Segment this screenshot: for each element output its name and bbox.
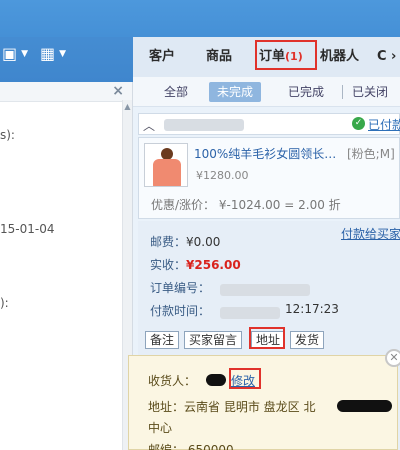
new-message-icon: ▣ (2, 44, 18, 63)
ship-button[interactable]: 发货 (290, 331, 325, 349)
divider (342, 85, 343, 99)
postage-label: 邮费： (150, 235, 187, 249)
product-item: 100%纯羊毛衫女圆领长… [粉色;M] ¥1280.00 优惠/涨价： ¥-1… (138, 137, 400, 219)
order-no-row: 订单编号： (150, 279, 210, 296)
redacted-date (220, 307, 280, 319)
postcode-text: 邮编： 650000 (148, 443, 234, 450)
tab-product[interactable]: 商品 (206, 37, 232, 77)
postage-value: ¥0.00 (186, 235, 221, 249)
filter-all[interactable]: 全部 (156, 82, 196, 102)
product-title-link[interactable]: 100%纯羊毛衫女圆领长… (194, 145, 336, 162)
order-header[interactable]: ︿ ✓ 已付款 (138, 113, 400, 135)
chevron-down-icon: ▼ (21, 48, 29, 59)
tab-robot[interactable]: 机器人 (320, 37, 359, 77)
calendar-add-icon: ▦ (40, 44, 56, 63)
order-status: 已付款 (368, 118, 400, 132)
receiver-label: 收货人： (148, 374, 197, 388)
order-no-label: 订单编号： (150, 281, 211, 295)
product-thumbnail[interactable] (144, 143, 188, 187)
chevron-down-icon: ▼ (59, 48, 67, 59)
chevron-up-icon[interactable]: ︿ (143, 117, 155, 134)
highlight-box (249, 327, 285, 349)
new-message-button[interactable]: ▣ ▼ (2, 44, 28, 63)
calendar-add-button[interactable]: ▦ ▼ (40, 44, 66, 63)
paid-label: 实收： (150, 258, 187, 272)
filter-unfinished[interactable]: 未完成 (209, 82, 262, 102)
buyer-message-button[interactable]: 买家留言 (184, 331, 243, 349)
pay-time-value: 12:17:23 (285, 302, 339, 316)
more-tabs-icon[interactable]: › (391, 37, 396, 77)
refresh-icon[interactable]: C (377, 37, 387, 77)
discount-text: 优惠/涨价： ¥-1024.00 = 2.00 折 (151, 198, 341, 212)
tab-customer[interactable]: 客户 (149, 37, 175, 77)
address-text-line2: 中心 (148, 421, 173, 435)
title-strip (0, 0, 400, 37)
address-text: 地址：云南省 昆明市 盘龙区 北 (148, 400, 316, 414)
chat-panel: × s): 15-01-04 ): (0, 82, 133, 450)
highlight-box (229, 368, 261, 389)
redacted-order-no (220, 284, 310, 296)
redacted-name (206, 374, 226, 386)
paid-row: 实收：¥256.00 (150, 256, 241, 273)
filter-closed[interactable]: 已关闭 (344, 82, 396, 102)
chat-line: 15-01-04 (0, 222, 55, 236)
address-card: 收货人： 修改 地址：云南省 昆明市 盘龙区 北 中心 邮编： 650000 (128, 355, 398, 450)
sweater-image (153, 159, 181, 186)
chat-line: ): (0, 296, 9, 310)
note-button[interactable]: 备注 (145, 331, 180, 349)
postage-row: 邮费：¥0.00 (150, 233, 220, 250)
order-filters: 全部 未完成 已完成 已关闭 (133, 77, 400, 107)
panel-tabs: 客户 商品 订单(1) 机器人 C › (133, 37, 400, 77)
chat-panel-header: × (0, 82, 132, 102)
pay-time-row: 付款时间： (150, 302, 210, 319)
chat-line: s): (0, 128, 15, 142)
product-spec: [粉色;M] (347, 147, 395, 161)
redacted-text (164, 119, 244, 131)
filter-finished[interactable]: 已完成 (280, 82, 332, 102)
paid-value: ¥256.00 (186, 258, 241, 272)
close-icon[interactable]: × (112, 83, 124, 99)
pay-seller-link[interactable]: 付款给买家 (341, 225, 400, 242)
redacted-address (337, 400, 392, 412)
highlight-box (255, 40, 317, 70)
scroll-up-icon[interactable]: ▲ (123, 102, 132, 111)
check-icon: ✓ (352, 117, 365, 130)
pay-time-label: 付款时间： (150, 304, 211, 318)
product-price: ¥1280.00 (196, 169, 249, 182)
close-icon[interactable]: ✕ (385, 349, 400, 367)
